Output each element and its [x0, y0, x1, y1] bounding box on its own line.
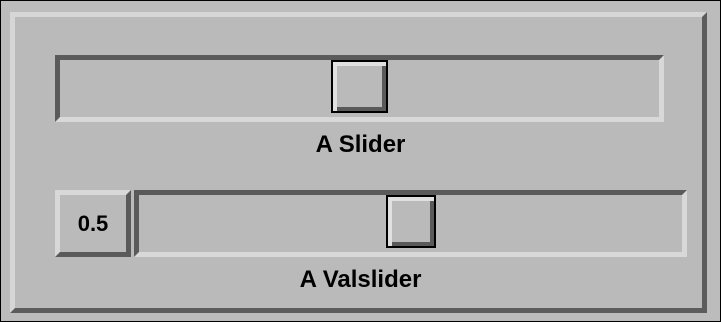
slider-label: A Slider: [315, 131, 406, 158]
slider-thumb[interactable]: [331, 60, 388, 113]
valslider-thumb[interactable]: [386, 195, 436, 248]
valslider-value-display: 0.5: [55, 190, 131, 257]
valslider-label: A Valslider: [299, 266, 422, 293]
